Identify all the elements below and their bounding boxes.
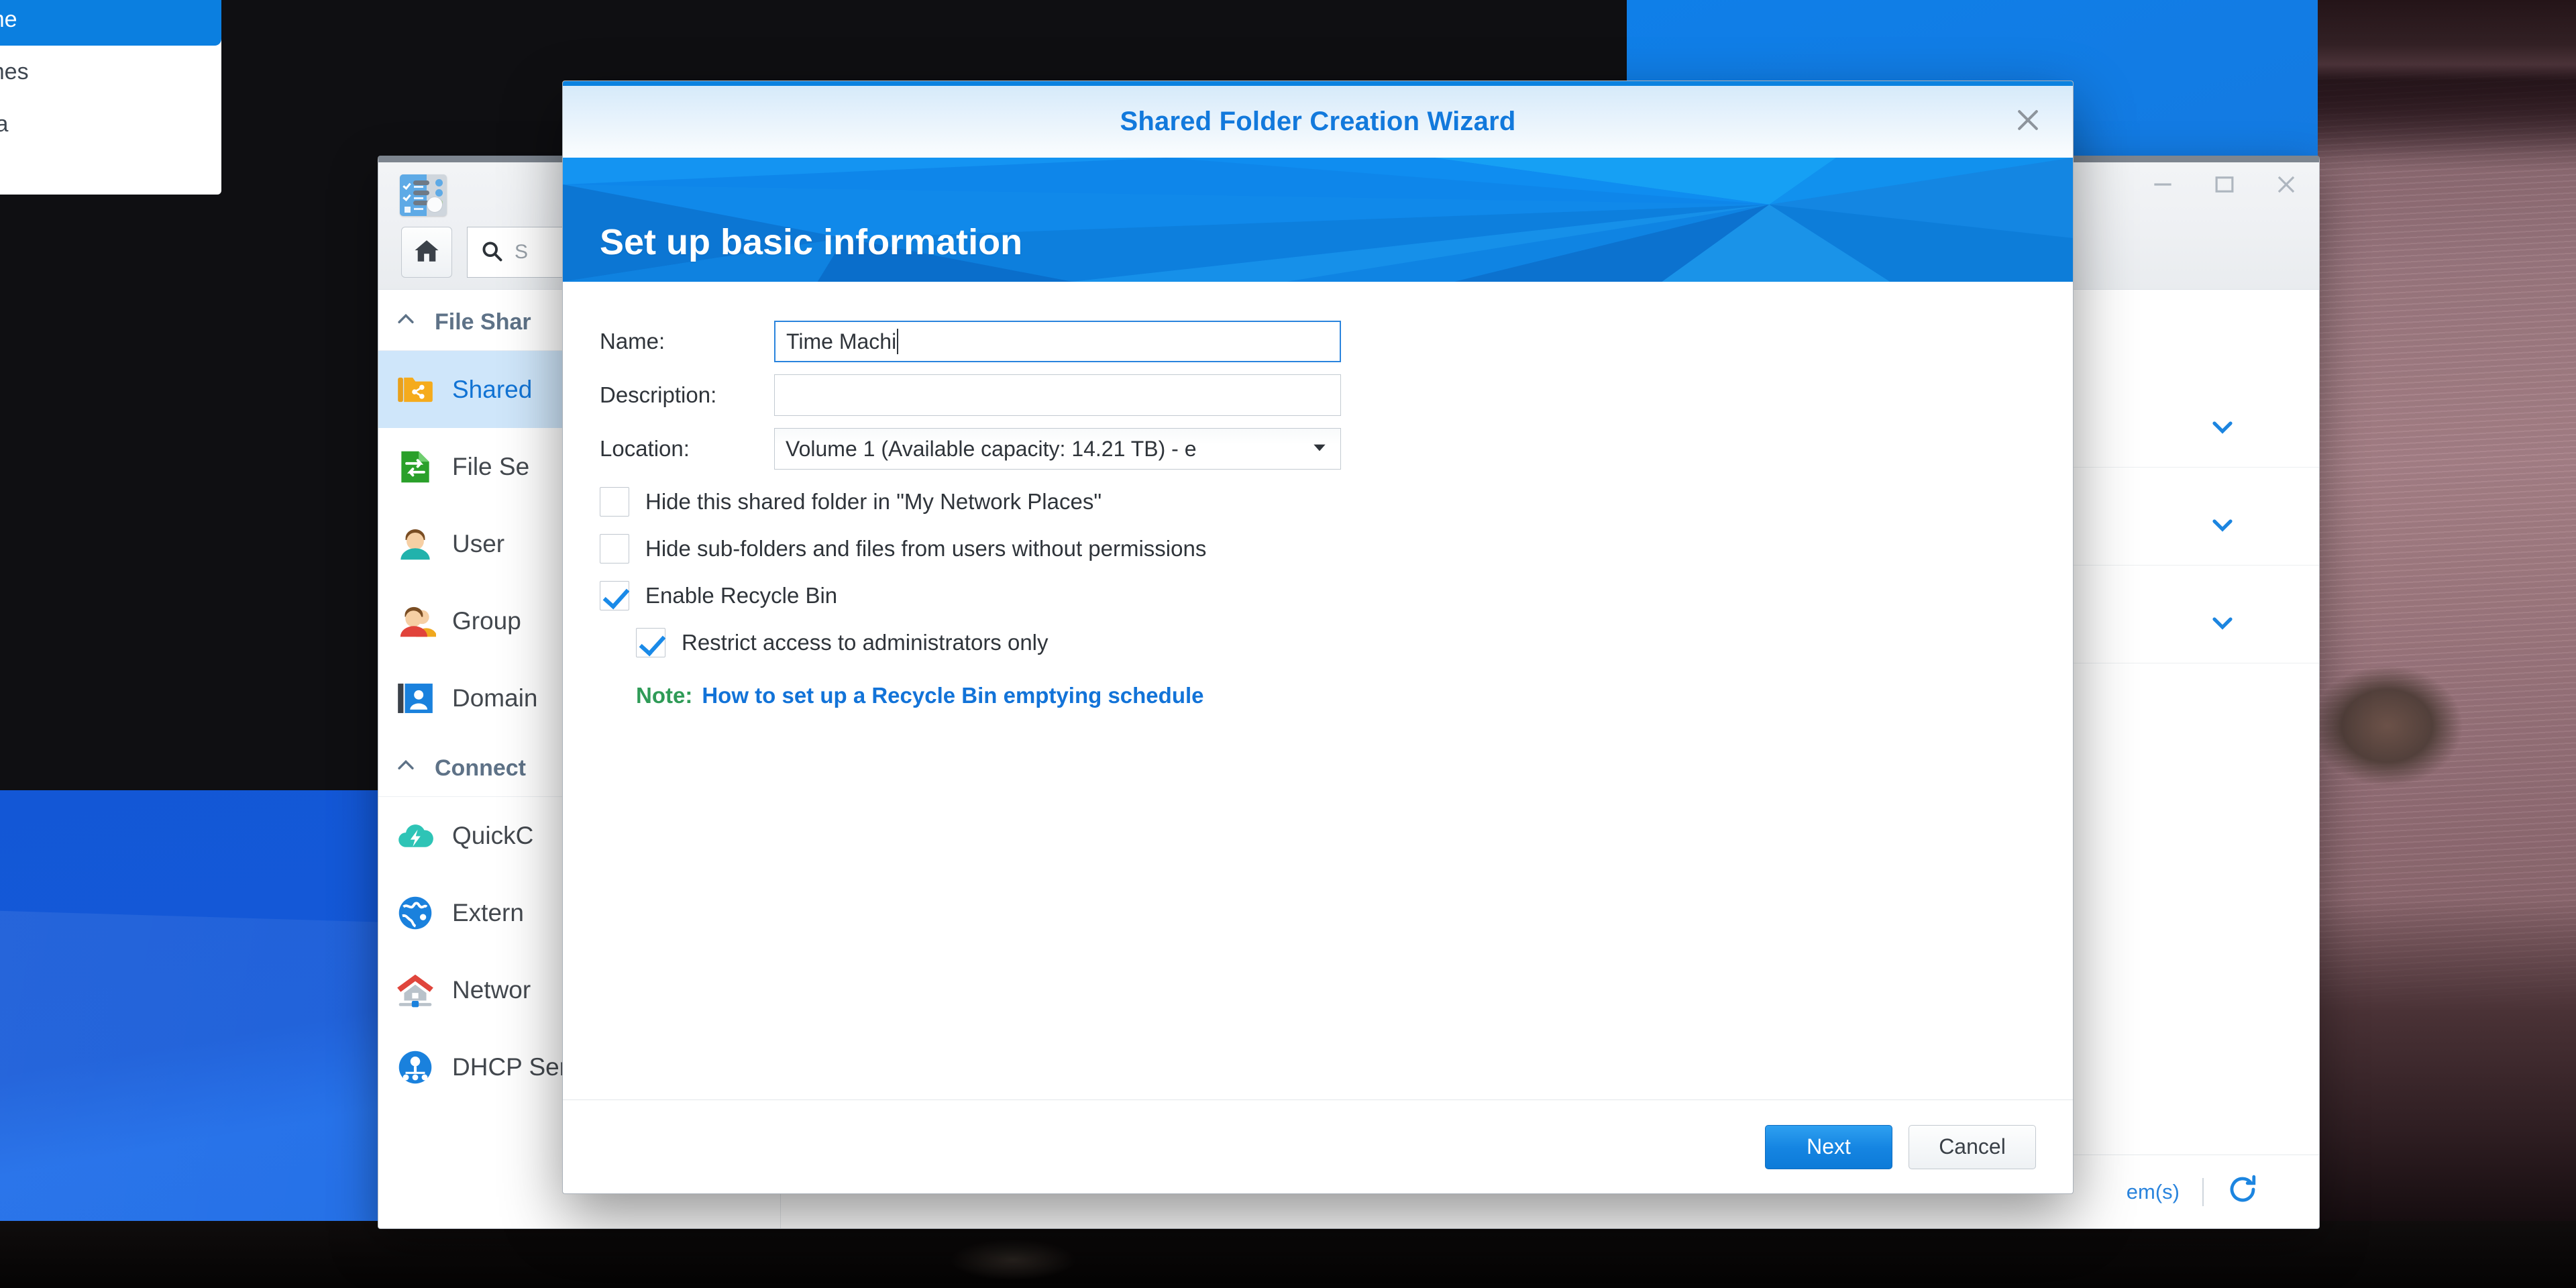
chevron-down-icon[interactable] <box>2206 606 2239 642</box>
background-menu-label: ...lia <box>0 111 9 137</box>
shared-folder-creation-wizard-dialog: Shared Folder Creation Wizard Set up bas… <box>562 80 2074 1194</box>
name-row: Name: Time Machi <box>600 321 2036 362</box>
checkbox-label: Restrict access to administrators only <box>682 630 1049 655</box>
chevron-down-icon[interactable] <box>2206 508 2239 544</box>
wallpaper-rock-top <box>2318 0 2576 80</box>
location-select-value: Volume 1 (Available capacity: 14.21 TB) … <box>786 436 1197 461</box>
search-placeholder: S <box>515 241 529 263</box>
quickconnect-cloud-icon <box>394 815 436 857</box>
sidebar-item-label: File Se <box>452 452 530 480</box>
wallpaper-rock-bottom <box>2318 899 2576 1221</box>
enable-recycle-bin-checkbox[interactable] <box>600 581 629 610</box>
dialog-banner: Set up basic information <box>563 158 2073 282</box>
hide-shared-folder-checkbox[interactable] <box>600 487 629 517</box>
sidebar-item-label: Domain <box>452 684 538 712</box>
group-icon <box>394 600 437 642</box>
hide-subfolders-checkbox[interactable] <box>600 534 629 564</box>
chevron-up-icon <box>394 754 417 783</box>
home-icon <box>413 237 441 268</box>
checkbox-label: Enable Recycle Bin <box>645 583 838 608</box>
background-menu-item-2[interactable]: ...lia <box>0 98 221 150</box>
location-label: Location: <box>600 436 690 461</box>
name-input[interactable]: Time Machi <box>774 321 1341 362</box>
background-menu-label: ...mes <box>0 58 29 85</box>
background-menu-label: ...me <box>0 6 17 32</box>
background-menu[interactable]: ...me ...mes ...lia ...k <box>0 0 221 195</box>
control-panel-icon <box>400 174 447 216</box>
checkbox-label: Hide sub-folders and files from users wi… <box>645 536 1207 561</box>
next-button[interactable]: Next <box>1765 1124 1892 1169</box>
external-access-globe-icon <box>394 892 436 934</box>
recycle-bin-note: Note: How to set up a Recycle Bin emptyi… <box>636 683 2036 708</box>
file-services-icon <box>394 446 436 488</box>
minimize-button[interactable] <box>2147 169 2178 200</box>
note-label: Note: <box>636 683 693 708</box>
description-row: Description: <box>600 374 2036 416</box>
location-row: Location: Volume 1 (Available capacity: … <box>600 428 2036 470</box>
background-menu-item-3[interactable]: ...k <box>0 150 221 203</box>
checkbox-row-restrict-admins[interactable]: Restrict access to administrators only <box>636 628 2036 657</box>
sidebar-item-label: Extern <box>452 898 524 926</box>
window-controls <box>2147 169 2302 200</box>
item-count-text: em(s) <box>2126 1179 2180 1203</box>
sidebar-item-label: Networ <box>452 975 531 1004</box>
banner-polygon-pattern <box>563 158 2073 282</box>
checkbox-row-enable-recycle-bin[interactable]: Enable Recycle Bin <box>600 581 2036 610</box>
chevron-down-icon[interactable] <box>2206 411 2239 446</box>
name-label: Name: <box>600 329 665 354</box>
recycle-bin-schedule-link[interactable]: How to set up a Recycle Bin emptying sch… <box>702 683 1203 708</box>
checkbox-label: Hide this shared folder in "My Network P… <box>645 489 1102 514</box>
sidebar-group-label: Connect <box>435 755 526 781</box>
wallpaper-rock-middle <box>2318 637 2472 859</box>
checkbox-row-hide-shared-folder[interactable]: Hide this shared folder in "My Network P… <box>600 487 2036 517</box>
sidebar-item-label: QuickC <box>452 821 534 849</box>
description-input[interactable] <box>774 374 1341 416</box>
caret-down-icon <box>1311 437 1328 462</box>
chevron-up-icon <box>394 308 417 337</box>
dhcp-server-icon <box>394 1046 436 1088</box>
taskbar-highlight <box>926 1232 1100 1288</box>
home-button[interactable] <box>401 227 452 278</box>
dialog-titlebar: Shared Folder Creation Wizard <box>563 81 2073 158</box>
name-input-value: Time Machi <box>786 329 897 354</box>
dialog-body: Name: Time Machi Description: Location: … <box>563 282 2073 1060</box>
description-label: Description: <box>600 382 717 407</box>
checkbox-row-hide-subfolders[interactable]: Hide sub-folders and files from users wi… <box>600 534 2036 564</box>
refresh-icon[interactable] <box>2226 1173 2259 1211</box>
sidebar-item-label: Group <box>452 606 521 635</box>
close-icon <box>2013 105 2043 138</box>
close-button[interactable] <box>2271 169 2302 200</box>
sidebar-group-label: File Shar <box>435 309 531 335</box>
sidebar-item-label: Shared <box>452 375 533 403</box>
network-house-icon <box>394 969 436 1011</box>
user-icon <box>394 523 436 565</box>
shared-folder-icon <box>394 369 436 411</box>
banner-heading: Set up basic information <box>600 222 1023 262</box>
taskbar <box>0 1221 2576 1288</box>
cancel-button[interactable]: Cancel <box>1909 1124 2036 1169</box>
sidebar-item-label: User <box>452 529 505 557</box>
status-separator <box>2202 1177 2204 1206</box>
background-menu-item-0[interactable]: ...me <box>0 0 221 46</box>
search-icon <box>480 239 504 266</box>
dialog-footer: Next Cancel <box>563 1099 2073 1193</box>
dialog-title: Shared Folder Creation Wizard <box>1120 107 1516 136</box>
dialog-close-button[interactable] <box>2008 103 2047 142</box>
text-caret <box>897 329 899 354</box>
location-select[interactable]: Volume 1 (Available capacity: 14.21 TB) … <box>774 428 1341 470</box>
domain-icon <box>394 678 436 719</box>
restrict-administrators-checkbox[interactable] <box>636 628 665 657</box>
maximize-button[interactable] <box>2209 169 2240 200</box>
background-menu-item-1[interactable]: ...mes <box>0 46 221 98</box>
